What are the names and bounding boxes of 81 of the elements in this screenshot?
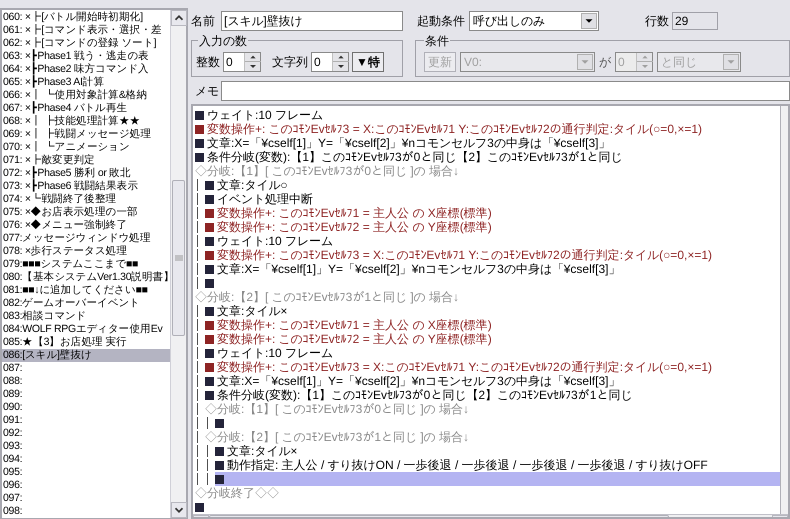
scrollbar[interactable] <box>780 106 788 514</box>
string-spinner[interactable]: 0 <box>311 52 349 72</box>
script-line[interactable]: 文章:X=「¥cself[1]」Y=「¥cself[2]」¥nコモンセルフ3の中身は「¥cself[3]」 <box>205 374 780 388</box>
script-line[interactable]: 文章:タイル× <box>215 444 780 458</box>
script-line[interactable]: 条件分岐(変数):【1】このｺﾓﾝEvｾﾙﾌ3が0と同じ【2】このｺﾓﾝEvｾﾙﾌ3が1と同じ <box>205 388 780 402</box>
line-count-field: 29 <box>672 12 718 30</box>
script-line[interactable]: 変数操作+: このｺﾓﾝEvｾﾙﾌ2 = 主人公 の Y座標(標準) <box>205 220 780 234</box>
event-list-item[interactable]: 081:■■↓に追加してください■■ <box>2 284 170 297</box>
event-list-item[interactable]: 098: <box>2 505 170 518</box>
event-list-item[interactable]: 075: ×◆お店表示処理の一部 <box>2 206 170 219</box>
group-title: 入力の数 <box>198 32 248 50</box>
trigger-select[interactable]: 呼び出しのみ <box>469 11 599 31</box>
event-list-item[interactable]: 061: ×┣[コマンド表示・選択・差 <box>2 24 170 37</box>
event-list-item[interactable]: 086:[スキル]壁抜け <box>2 349 170 362</box>
event-list-item[interactable]: 080:【基本システムVer1.30説明書】 <box>2 271 170 284</box>
event-list-item[interactable]: 084:WOLF RPGエディター使用Ev <box>2 323 170 336</box>
event-list-item[interactable]: 064: ×┣Phase2 味方コマンド入 <box>2 63 170 76</box>
event-list-item[interactable]: 093: <box>2 440 170 453</box>
event-list-item[interactable]: 085:★【3】お店処理 実行 <box>2 336 170 349</box>
event-list-item[interactable]: 097: <box>2 492 170 505</box>
script-line[interactable]: 動作指定: 主人公 / すり抜けON / 一歩後退 / 一歩後退 / 一歩後退 / 一歩後退 / すり抜けOFF <box>215 458 780 472</box>
event-list-item[interactable]: 082:ゲームオーバーイベント <box>2 297 170 310</box>
event-list-item[interactable]: 089: <box>2 388 170 401</box>
script-line[interactable]: 変数操作+: このｺﾓﾝEvｾﾙﾌ1 = 主人公 の X座標(標準) <box>205 318 780 332</box>
grip-icon <box>174 255 182 261</box>
event-list-item[interactable]: 087: <box>2 362 170 375</box>
script-line[interactable]: ウェイト:10 フレーム <box>195 108 780 122</box>
event-list-item[interactable]: 094: <box>2 453 170 466</box>
event-list-item[interactable]: 067: ×┣Phase4 バトル再生 <box>2 102 170 115</box>
event-list-item[interactable]: 073: ×┣Phase6 戦闘結果表示 <box>2 180 170 193</box>
script-line[interactable]: 文章:X=「¥cself[1]」Y=「¥cself[2]」¥nコモンセルフ3の中身は「¥cself[3]」 <box>205 262 780 276</box>
script-line[interactable]: 変数操作+: このｺﾓﾝEvｾﾙﾌ3 = X:このｺﾓﾝEvｾﾙﾌ1 Y:このｺﾓﾝEvｾﾙﾌ2の通行判定:タイル(○=0,×=1) <box>205 360 780 374</box>
scroll-down-icon[interactable] <box>171 502 187 518</box>
script-line[interactable]: 変数操作+: このｺﾓﾝEvｾﾙﾌ2 = 主人公 の Y座標(標準) <box>205 332 780 346</box>
memo-label: メモ <box>194 83 220 100</box>
scrollbar-thumb[interactable] <box>172 180 185 336</box>
script-line[interactable]: イベント処理中断 <box>205 192 780 206</box>
event-list-item[interactable]: 071: ×┣敵変更判定 <box>2 154 170 167</box>
event-list-item[interactable]: 083:相談コマンド <box>2 310 170 323</box>
event-list-item[interactable]: 074: ×┗戦闘終了後整理 <box>2 193 170 206</box>
event-list-item[interactable]: 063: ×┣Phase1 戦う・逃走の表 <box>2 50 170 63</box>
script-line[interactable]: 変数操作+: このｺﾓﾝEvｾﾙﾌ3 = X:このｺﾓﾝEvｾﾙﾌ1 Y:このｺﾓﾝEvｾﾙﾌ2の通行判定:タイル(○=0,×=1) <box>205 248 780 262</box>
event-list-item[interactable]: 077:メッセージウィンドウ処理 <box>2 232 170 245</box>
event-list-item[interactable]: 088: <box>2 375 170 388</box>
event-list-item[interactable]: 090: <box>2 401 170 414</box>
event-list-item[interactable]: 092: <box>2 427 170 440</box>
event-list-item[interactable]: 060: ×┣[バトル開始時初期化] <box>2 11 170 24</box>
script-line[interactable]: 変数操作+: このｺﾓﾝEvｾﾙﾌ3 = X:このｺﾓﾝEvｾﾙﾌ1 Y:このｺﾓﾝEvｾﾙﾌ2の通行判定:タイル(○=0,×=1) <box>195 122 780 136</box>
group-title: 条件 <box>424 32 450 50</box>
integer-spinner[interactable]: 0 <box>223 52 261 72</box>
event-list-item[interactable]: 065: ×┣Phase3 AI計算 <box>2 76 170 89</box>
event-list-item[interactable]: 095: <box>2 466 170 479</box>
event-list-item[interactable]: 079:■■■システムここまで■■ <box>2 258 170 271</box>
special-button[interactable]: ▼特 <box>352 52 384 72</box>
script-line[interactable]: 文章:タイル× <box>205 304 780 318</box>
string-label: 文字列 <box>272 54 308 70</box>
event-list-item[interactable]: 091: <box>2 414 170 427</box>
event-list-item[interactable]: 072: ×┣Phase5 勝利 or 敗北 <box>2 167 170 180</box>
script-line[interactable]: 文章:X=「¥cself[1]」Y=「¥cself[2]」¥nコモンセルフ3の中身は「¥cself[3]」 <box>195 136 780 150</box>
event-list-item[interactable]: 068: ×┃ ┣技能処理計算★★ <box>2 115 170 128</box>
event-list-item[interactable]: 066: ×┃ ┗使用対象計算&格納 <box>2 89 170 102</box>
script-line[interactable]: 文章:タイル○ <box>205 178 780 192</box>
scroll-up-icon[interactable] <box>171 10 187 26</box>
script-line[interactable]: ウェイト:10 フレーム <box>205 234 780 248</box>
script-line[interactable]: 条件分岐(変数):【1】このｺﾓﾝEvｾﾙﾌ3が0と同じ【2】このｺﾓﾝEvｾﾙﾌ3が1と同じ <box>195 150 780 164</box>
script-line[interactable]: 変数操作+: このｺﾓﾝEvｾﾙﾌ1 = 主人公 の X座標(標準) <box>205 206 780 220</box>
scrollbar[interactable] <box>170 10 186 518</box>
event-list-item[interactable]: 076: ×◆メニュー強制終了 <box>2 219 170 232</box>
integer-label: 整数 <box>196 54 220 70</box>
line-count-label: 行数 <box>645 13 669 30</box>
event-list-item[interactable]: 069: ×┃ ┣戦闘メッセージ処理 <box>2 128 170 141</box>
name-field[interactable]: [スキル]壁抜け <box>221 11 403 31</box>
event-list-item[interactable]: 078: ×歩行ステータス処理 <box>2 245 170 258</box>
event-list-item[interactable]: 062: ×┣[コマンドの登録 ソート] <box>2 37 170 50</box>
trigger-label: 起動条件 <box>417 13 465 30</box>
name-label: 名前 <box>191 13 216 30</box>
event-list-item[interactable]: 096: <box>2 479 170 492</box>
memo-field[interactable] <box>221 81 790 101</box>
event-list-item[interactable]: 070: ×┃ ┗アニメーション <box>2 141 170 154</box>
script-line[interactable]: ウェイト:10 フレーム <box>205 346 780 360</box>
connector-label: が <box>599 54 611 70</box>
